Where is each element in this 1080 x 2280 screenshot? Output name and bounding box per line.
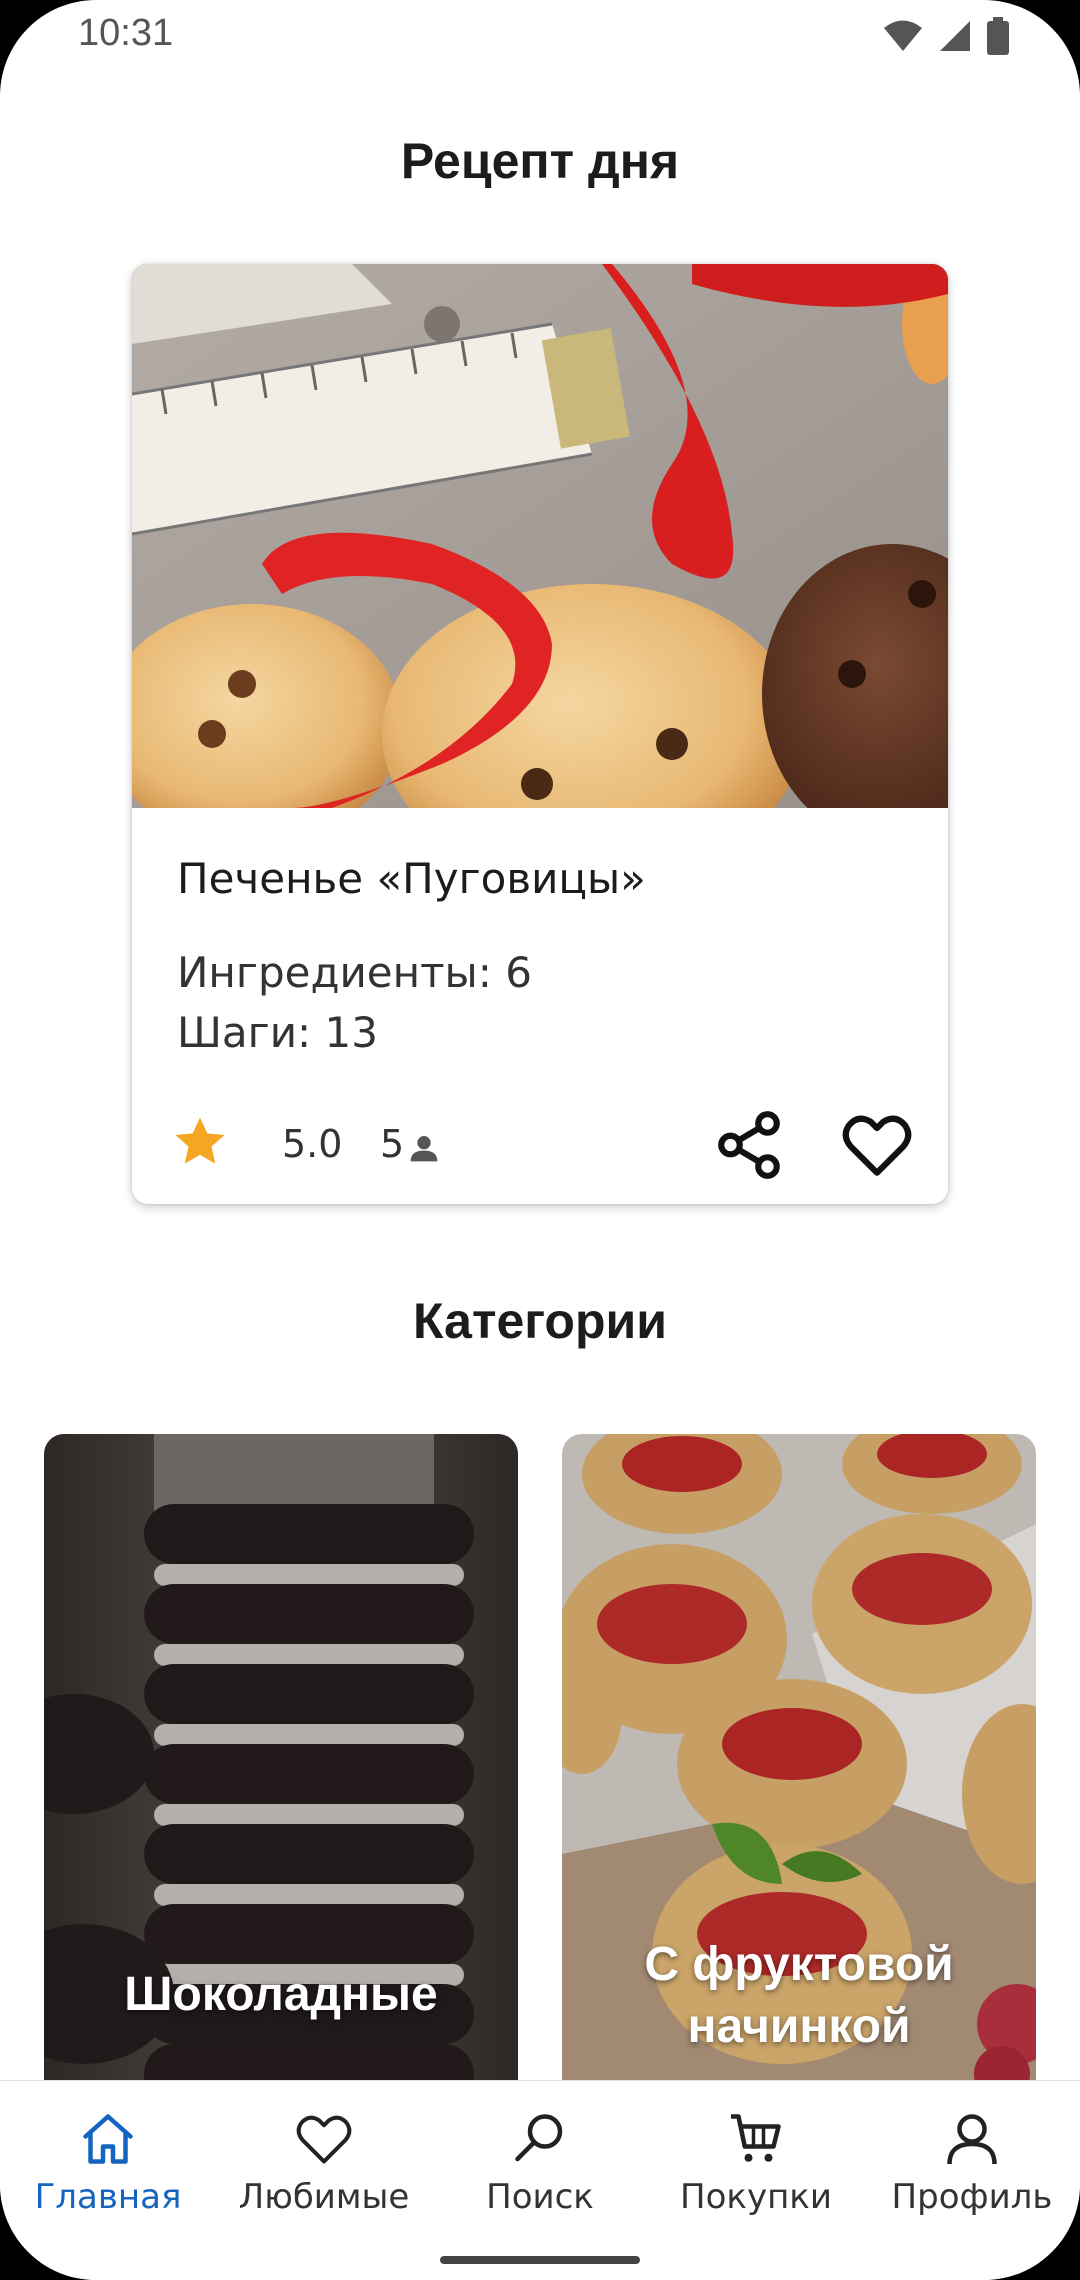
battery-icon [987, 17, 1009, 55]
home-icon [83, 2114, 133, 2164]
wifi-icon [884, 20, 922, 51]
steps-count: Шаги: 13 [177, 1008, 378, 1057]
bottom-navigation: Главная Любимые Поиск Покупки Профиль [0, 2080, 1080, 2280]
nav-item-shopping[interactable]: Покупки [648, 2109, 864, 2229]
nav-item-profile[interactable]: Профиль [864, 2109, 1080, 2229]
status-icons [882, 16, 1010, 56]
nav-item-search[interactable]: Поиск [432, 2109, 648, 2229]
nav-item-favorites[interactable]: Любимые [216, 2109, 432, 2229]
nav-label-shopping: Покупки [680, 2177, 832, 2217]
category-label-chocolate: Шоколадные [124, 1968, 438, 2021]
category-card-chocolate[interactable]: Шоколадные [44, 1434, 518, 2134]
recipe-name: Печенье «Пуговицы» [177, 854, 646, 903]
rating-value: 5.0 [282, 1122, 343, 1166]
recipe-of-day-title: Рецепт дня [400, 133, 680, 189]
profile-icon [947, 2114, 997, 2165]
category-label-fruit-filling: С фруктовой начинкой [644, 1938, 954, 2053]
signal-icon [940, 21, 970, 51]
status-time: 10:31 [78, 12, 174, 54]
cart-icon [731, 2114, 781, 2162]
ingredients-count: Ингредиенты: 6 [177, 948, 532, 997]
rating-row: 5.0 5 [172, 1104, 912, 1184]
category-image-chocolate [44, 1434, 518, 2134]
nav-label-profile: Профиль [891, 2177, 1053, 2217]
home-indicator[interactable] [440, 2256, 640, 2264]
nav-item-home[interactable]: Главная [0, 2109, 216, 2229]
categories-title: Категории [413, 1293, 667, 1349]
share-button[interactable] [712, 1108, 786, 1182]
category-card-fruit-filling[interactable]: С фруктовой начинкой [562, 1434, 1036, 2134]
nav-label-home: Главная [34, 2177, 182, 2217]
status-bar: 10:31 [0, 0, 1080, 72]
recipe-image [132, 264, 948, 808]
star-icon [175, 1117, 225, 1164]
heart-icon [296, 2115, 352, 2164]
nav-label-favorites: Любимые [238, 2177, 410, 2217]
favorite-button[interactable] [840, 1108, 914, 1182]
nav-label-search: Поиск [486, 2177, 594, 2217]
search-icon [515, 2114, 563, 2162]
reviews-count: 5 [380, 1122, 405, 1166]
recipe-card[interactable]: Печенье «Пуговицы» Ингредиенты: 6 Шаги: … [132, 264, 948, 1204]
app-screen: 10:31 Рецепт дня Печенье «Пуговицы» Ингр… [0, 0, 1080, 2280]
person-icon [410, 1136, 438, 1162]
